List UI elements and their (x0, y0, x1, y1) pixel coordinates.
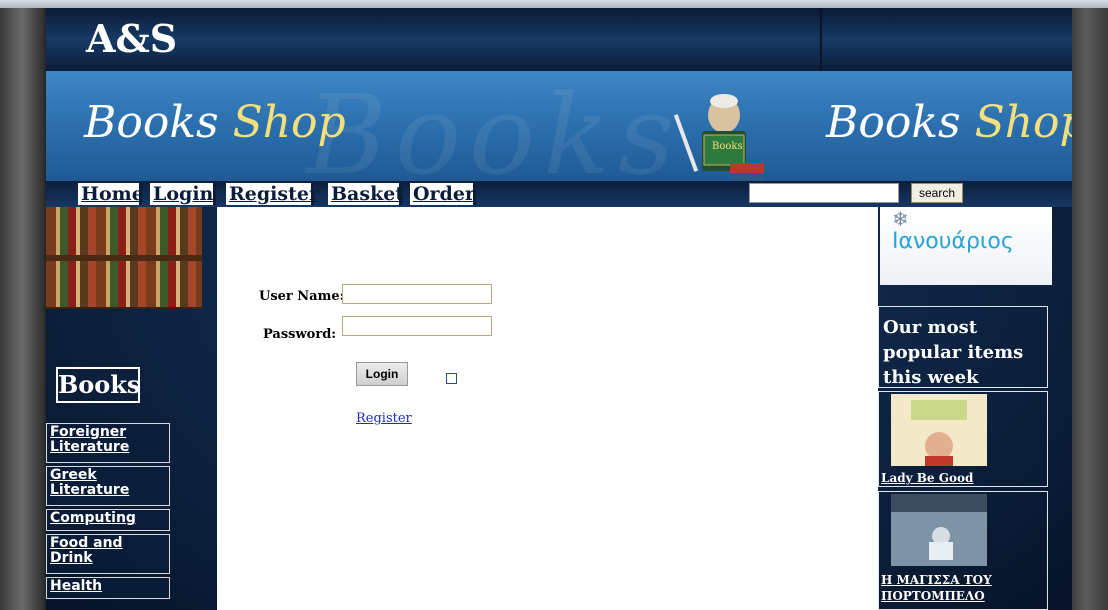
category-food-and-drink[interactable]: Food and Drink (46, 534, 170, 574)
reading-man-icon: Books (674, 94, 764, 182)
category-greek-literature[interactable]: Greek Literature (46, 466, 170, 506)
snowflake-icon: ❄ (892, 207, 909, 231)
category-computing[interactable]: Computing (46, 509, 170, 531)
nav-order[interactable]: Order (410, 183, 476, 205)
popular-item-title[interactable]: Η ΜΑΓΙΣΣΑ ΤΟΥ ΠΟΡΤΟΜΠΕΛΟ (881, 572, 1047, 604)
popular-item-title[interactable]: Lady Be Good (881, 470, 973, 486)
register-link[interactable]: Register (356, 411, 412, 426)
search-button[interactable]: search (911, 183, 963, 203)
svg-text:Books: Books (712, 141, 743, 152)
nav-home[interactable]: Home (78, 183, 144, 205)
sidebar-title: Books (56, 367, 140, 403)
category-foreigner-literature[interactable]: Foreigner Literature (46, 423, 170, 463)
popular-item[interactable]: Lady Be Good (878, 391, 1048, 487)
popular-item[interactable]: Η ΜΑΓΙΣΣΑ ΤΟΥ ΠΟΡΤΟΜΠΕΛΟ (878, 491, 1048, 610)
page-container: A&S Books Books Shop Books Books Shop Ho… (46, 8, 1072, 610)
bookshelf-image (46, 207, 202, 309)
banner-watermark: Books (306, 71, 683, 199)
browser-top-strip (0, 0, 1108, 8)
search-input[interactable] (749, 183, 899, 203)
username-field[interactable] (342, 284, 492, 304)
login-button[interactable]: Login (356, 362, 408, 386)
site-logo[interactable]: A&S (86, 16, 177, 61)
nav-login[interactable]: Login (150, 183, 216, 205)
month-banner: ❄ Ιανουάριος (880, 207, 1052, 285)
password-field[interactable] (342, 316, 492, 336)
main-content: User Name: Password: Login Register (217, 207, 878, 610)
header-band: A&S (46, 8, 1072, 71)
month-banner-text: Ιανουάριος (892, 229, 1014, 254)
nav-register[interactable]: Register (226, 183, 319, 205)
book-cover-image[interactable] (891, 494, 987, 566)
header-banner: Books Books Shop Books Books Shop (46, 71, 1072, 199)
remember-checkbox[interactable] (446, 373, 457, 384)
brand-title-left: Books Shop (84, 97, 346, 148)
category-health[interactable]: Health (46, 577, 170, 599)
popular-heading: Our most popular items this week (878, 306, 1048, 388)
username-label: User Name: (259, 289, 345, 304)
nav-basket[interactable]: Basket (328, 183, 404, 205)
book-cover-image[interactable] (891, 394, 987, 466)
brand-title-right: Books Shop (826, 97, 1072, 148)
password-label: Password: (263, 327, 337, 342)
